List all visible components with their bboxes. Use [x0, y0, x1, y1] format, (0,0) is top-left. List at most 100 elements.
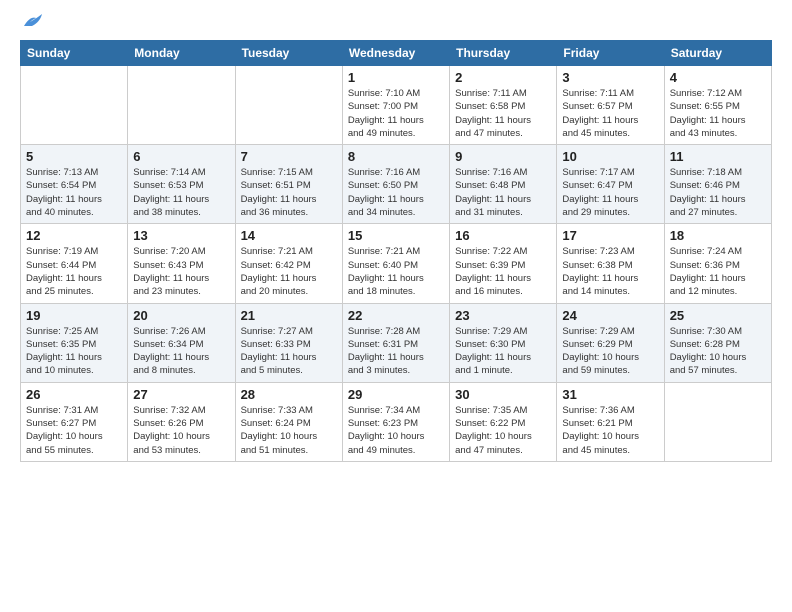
day-number: 31	[562, 387, 658, 402]
day-info: Sunrise: 7:21 AM Sunset: 6:40 PM Dayligh…	[348, 245, 444, 298]
calendar-day-cell: 14Sunrise: 7:21 AM Sunset: 6:42 PM Dayli…	[235, 224, 342, 303]
day-number: 3	[562, 70, 658, 85]
day-info: Sunrise: 7:11 AM Sunset: 6:58 PM Dayligh…	[455, 87, 551, 140]
day-info: Sunrise: 7:24 AM Sunset: 6:36 PM Dayligh…	[670, 245, 766, 298]
day-info: Sunrise: 7:13 AM Sunset: 6:54 PM Dayligh…	[26, 166, 122, 219]
calendar-day-cell: 27 Sunrise: 7:32 AM Sunset: 6:26 PM Dayli…	[128, 382, 235, 461]
weekday-header-cell: Monday	[128, 41, 235, 66]
day-number: 28	[241, 387, 337, 402]
calendar-day-cell: 25 Sunrise: 7:30 AM Sunset: 6:28 PM Dayli…	[664, 303, 771, 382]
calendar-day-cell: 28Sunrise: 7:33 AM Sunset: 6:24 PM Dayli…	[235, 382, 342, 461]
day-number: 27	[133, 387, 229, 402]
day-info: Sunrise: 7:10 AM Sunset: 7:00 PM Dayligh…	[348, 87, 444, 140]
day-info: Sunrise: 7:20 AM Sunset: 6:43 PM Dayligh…	[133, 245, 229, 298]
calendar-day-cell: 17 Sunrise: 7:23 AM Sunset: 6:38 PM Dayli…	[557, 224, 664, 303]
weekday-header-cell: Friday	[557, 41, 664, 66]
calendar-day-cell: 7Sunrise: 7:15 AM Sunset: 6:51 PM Daylig…	[235, 145, 342, 224]
weekday-header-cell: Sunday	[21, 41, 128, 66]
day-info: Sunrise: 7:12 AM Sunset: 6:55 PM Dayligh…	[670, 87, 766, 140]
calendar-day-cell: 13 Sunrise: 7:20 AM Sunset: 6:43 PM Dayli…	[128, 224, 235, 303]
weekday-header-cell: Wednesday	[342, 41, 449, 66]
day-info: Sunrise: 7:35 AM Sunset: 6:22 PM Dayligh…	[455, 404, 551, 457]
day-number: 19	[26, 308, 122, 323]
calendar-day-cell: 11Sunrise: 7:18 AM Sunset: 6:46 PM Dayli…	[664, 145, 771, 224]
calendar-week-row: 1 Sunrise: 7:10 AM Sunset: 7:00 PM Daylig…	[21, 66, 772, 145]
day-info: Sunrise: 7:34 AM Sunset: 6:23 PM Dayligh…	[348, 404, 444, 457]
calendar-day-cell: 15 Sunrise: 7:21 AM Sunset: 6:40 PM Dayli…	[342, 224, 449, 303]
day-info: Sunrise: 7:19 AM Sunset: 6:44 PM Dayligh…	[26, 245, 122, 298]
calendar-day-cell: 31 Sunrise: 7:36 AM Sunset: 6:21 PM Dayli…	[557, 382, 664, 461]
calendar-day-cell: 30 Sunrise: 7:35 AM Sunset: 6:22 PM Dayli…	[450, 382, 557, 461]
day-number: 4	[670, 70, 766, 85]
calendar-body: 1 Sunrise: 7:10 AM Sunset: 7:00 PM Daylig…	[21, 66, 772, 462]
day-number: 7	[241, 149, 337, 164]
day-number: 24	[562, 308, 658, 323]
calendar-day-cell: 16Sunrise: 7:22 AM Sunset: 6:39 PM Dayli…	[450, 224, 557, 303]
day-info: Sunrise: 7:17 AM Sunset: 6:47 PM Dayligh…	[562, 166, 658, 219]
calendar-day-cell: 2 Sunrise: 7:11 AM Sunset: 6:58 PM Daylig…	[450, 66, 557, 145]
day-info: Sunrise: 7:29 AM Sunset: 6:29 PM Dayligh…	[562, 325, 658, 378]
day-number: 1	[348, 70, 444, 85]
weekday-header-cell: Tuesday	[235, 41, 342, 66]
calendar-day-cell: 5Sunrise: 7:13 AM Sunset: 6:54 PM Daylig…	[21, 145, 128, 224]
logo	[20, 16, 44, 30]
day-number: 16	[455, 228, 551, 243]
day-number: 6	[133, 149, 229, 164]
calendar-day-cell: 29Sunrise: 7:34 AM Sunset: 6:23 PM Dayli…	[342, 382, 449, 461]
day-number: 26	[26, 387, 122, 402]
day-info: Sunrise: 7:11 AM Sunset: 6:57 PM Dayligh…	[562, 87, 658, 140]
day-info: Sunrise: 7:26 AM Sunset: 6:34 PM Dayligh…	[133, 325, 229, 378]
day-number: 12	[26, 228, 122, 243]
day-info: Sunrise: 7:25 AM Sunset: 6:35 PM Dayligh…	[26, 325, 122, 378]
calendar-day-cell: 18 Sunrise: 7:24 AM Sunset: 6:36 PM Dayli…	[664, 224, 771, 303]
calendar-week-row: 19 Sunrise: 7:25 AM Sunset: 6:35 PM Dayli…	[21, 303, 772, 382]
day-info: Sunrise: 7:18 AM Sunset: 6:46 PM Dayligh…	[670, 166, 766, 219]
day-info: Sunrise: 7:21 AM Sunset: 6:42 PM Dayligh…	[241, 245, 337, 298]
day-info: Sunrise: 7:32 AM Sunset: 6:26 PM Dayligh…	[133, 404, 229, 457]
day-info: Sunrise: 7:16 AM Sunset: 6:50 PM Dayligh…	[348, 166, 444, 219]
header	[20, 16, 772, 30]
calendar-day-cell	[664, 382, 771, 461]
day-info: Sunrise: 7:14 AM Sunset: 6:53 PM Dayligh…	[133, 166, 229, 219]
calendar-day-cell: 8 Sunrise: 7:16 AM Sunset: 6:50 PM Daylig…	[342, 145, 449, 224]
day-number: 30	[455, 387, 551, 402]
day-info: Sunrise: 7:29 AM Sunset: 6:30 PM Dayligh…	[455, 325, 551, 378]
weekday-header-cell: Saturday	[664, 41, 771, 66]
calendar-day-cell: 19 Sunrise: 7:25 AM Sunset: 6:35 PM Dayli…	[21, 303, 128, 382]
weekday-header-row: SundayMondayTuesdayWednesdayThursdayFrid…	[21, 41, 772, 66]
day-number: 22	[348, 308, 444, 323]
day-number: 20	[133, 308, 229, 323]
calendar-day-cell: 10 Sunrise: 7:17 AM Sunset: 6:47 PM Dayli…	[557, 145, 664, 224]
weekday-header-cell: Thursday	[450, 41, 557, 66]
day-info: Sunrise: 7:31 AM Sunset: 6:27 PM Dayligh…	[26, 404, 122, 457]
day-info: Sunrise: 7:30 AM Sunset: 6:28 PM Dayligh…	[670, 325, 766, 378]
day-number: 8	[348, 149, 444, 164]
calendar-table: SundayMondayTuesdayWednesdayThursdayFrid…	[20, 40, 772, 462]
calendar-day-cell: 23 Sunrise: 7:29 AM Sunset: 6:30 PM Dayli…	[450, 303, 557, 382]
day-info: Sunrise: 7:16 AM Sunset: 6:48 PM Dayligh…	[455, 166, 551, 219]
day-number: 21	[241, 308, 337, 323]
day-number: 15	[348, 228, 444, 243]
day-number: 13	[133, 228, 229, 243]
day-info: Sunrise: 7:36 AM Sunset: 6:21 PM Dayligh…	[562, 404, 658, 457]
calendar-day-cell: 4 Sunrise: 7:12 AM Sunset: 6:55 PM Daylig…	[664, 66, 771, 145]
day-number: 25	[670, 308, 766, 323]
day-number: 23	[455, 308, 551, 323]
calendar-day-cell: 21 Sunrise: 7:27 AM Sunset: 6:33 PM Dayli…	[235, 303, 342, 382]
day-number: 10	[562, 149, 658, 164]
calendar-day-cell: 24 Sunrise: 7:29 AM Sunset: 6:29 PM Dayli…	[557, 303, 664, 382]
calendar-week-row: 26 Sunrise: 7:31 AM Sunset: 6:27 PM Dayli…	[21, 382, 772, 461]
day-number: 2	[455, 70, 551, 85]
day-number: 17	[562, 228, 658, 243]
logo-bird-icon	[22, 12, 44, 30]
day-number: 18	[670, 228, 766, 243]
calendar-day-cell: 6 Sunrise: 7:14 AM Sunset: 6:53 PM Daylig…	[128, 145, 235, 224]
day-number: 9	[455, 149, 551, 164]
calendar-day-cell: 22Sunrise: 7:28 AM Sunset: 6:31 PM Dayli…	[342, 303, 449, 382]
calendar-day-cell: 3 Sunrise: 7:11 AM Sunset: 6:57 PM Daylig…	[557, 66, 664, 145]
day-info: Sunrise: 7:23 AM Sunset: 6:38 PM Dayligh…	[562, 245, 658, 298]
day-info: Sunrise: 7:27 AM Sunset: 6:33 PM Dayligh…	[241, 325, 337, 378]
calendar-day-cell	[128, 66, 235, 145]
calendar-day-cell: 1 Sunrise: 7:10 AM Sunset: 7:00 PM Daylig…	[342, 66, 449, 145]
page: SundayMondayTuesdayWednesdayThursdayFrid…	[0, 0, 792, 612]
